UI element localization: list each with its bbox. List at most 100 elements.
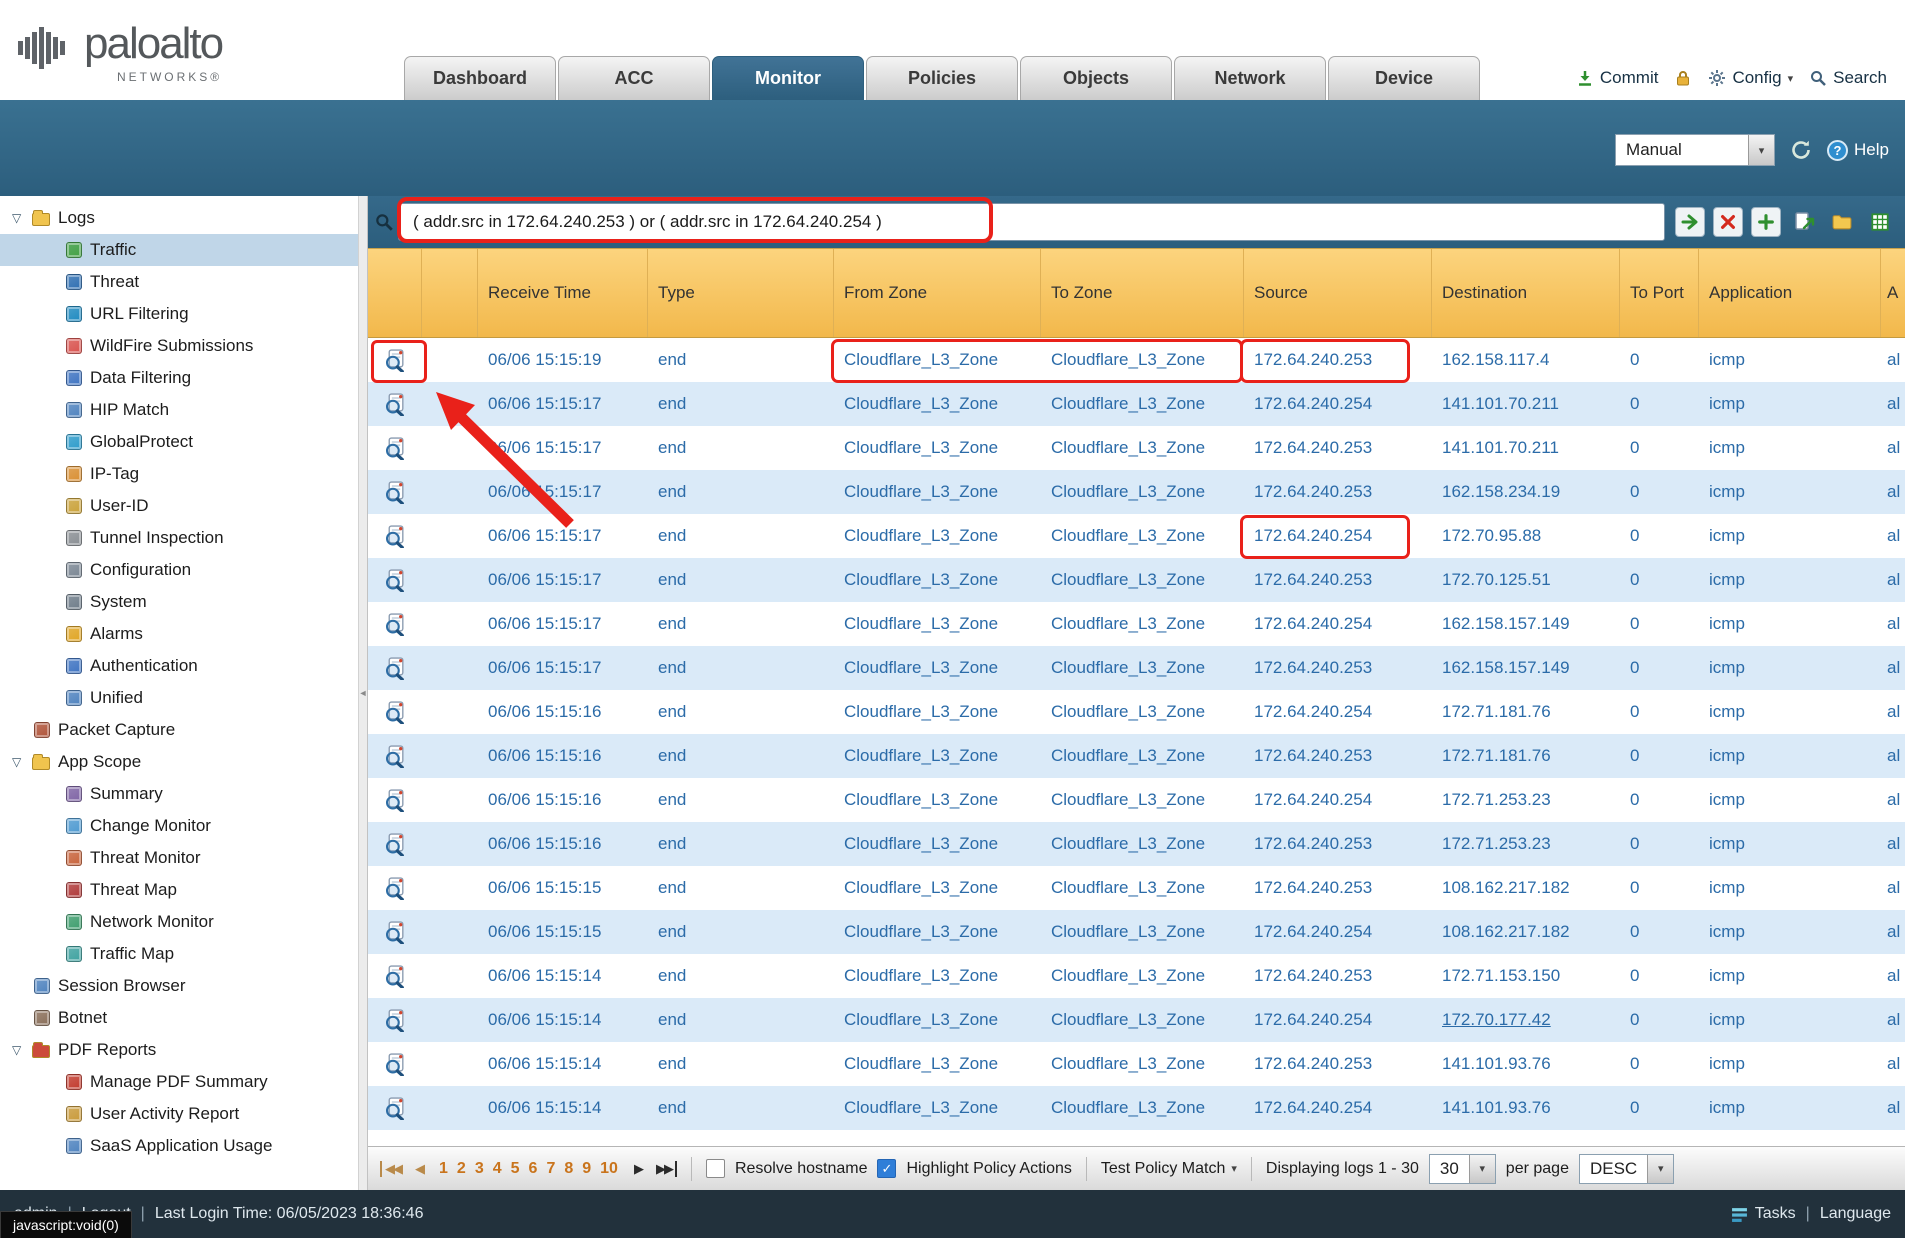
tab-acc[interactable]: ACC bbox=[558, 56, 710, 100]
table-row[interactable]: 06/06 15:15:17endCloudflare_L3_ZoneCloud… bbox=[368, 470, 1905, 514]
column-header-receive-time[interactable]: Receive Time bbox=[478, 249, 648, 337]
log-detail-icon[interactable] bbox=[368, 734, 422, 778]
highlight-policy-actions-checkbox[interactable]: ✓ bbox=[877, 1159, 896, 1178]
cell-destination[interactable]: 108.162.217.182 bbox=[1432, 910, 1620, 954]
sidebar-item-tunnel-inspection[interactable]: Tunnel Inspection bbox=[0, 522, 358, 554]
column-header-a[interactable]: A bbox=[1881, 249, 1905, 337]
sidebar-item-threat[interactable]: Threat bbox=[0, 266, 358, 298]
sidebar-item-user-id[interactable]: User-ID bbox=[0, 490, 358, 522]
cell-source[interactable]: 172.64.240.253 bbox=[1244, 470, 1432, 514]
cell-source[interactable]: 172.64.240.254 bbox=[1244, 998, 1432, 1042]
sidebar-item-app-scope[interactable]: ▽App Scope bbox=[0, 746, 358, 778]
cell-destination[interactable]: 141.101.70.211 bbox=[1432, 382, 1620, 426]
dropdown-arrow-icon[interactable]: ▾ bbox=[1748, 135, 1774, 165]
cell-to-zone[interactable]: Cloudflare_L3_Zone bbox=[1041, 778, 1244, 822]
cell-destination[interactable]: 172.70.125.51 bbox=[1432, 558, 1620, 602]
prev-page-button[interactable]: ◀ bbox=[413, 1161, 425, 1177]
cell-source[interactable]: 172.64.240.254 bbox=[1244, 514, 1432, 558]
page-number-2[interactable]: 2 bbox=[457, 1160, 466, 1178]
sidebar-item-wildfire-submissions[interactable]: WildFire Submissions bbox=[0, 330, 358, 362]
tab-network[interactable]: Network bbox=[1174, 56, 1326, 100]
column-header-blank-0[interactable] bbox=[368, 249, 422, 337]
log-detail-icon[interactable] bbox=[368, 1042, 422, 1086]
cell-to-zone[interactable]: Cloudflare_L3_Zone bbox=[1041, 426, 1244, 470]
cell-source[interactable]: 172.64.240.254 bbox=[1244, 690, 1432, 734]
sidebar-item-user-activity-report[interactable]: User Activity Report bbox=[0, 1098, 358, 1130]
cell-application[interactable]: icmp bbox=[1699, 690, 1881, 734]
table-row[interactable]: 06/06 15:15:15endCloudflare_L3_ZoneCloud… bbox=[368, 910, 1905, 954]
log-detail-icon[interactable] bbox=[368, 822, 422, 866]
cell-to-zone[interactable]: Cloudflare_L3_Zone bbox=[1041, 470, 1244, 514]
cell-source[interactable]: 172.64.240.253 bbox=[1244, 866, 1432, 910]
next-page-button[interactable]: ▶ bbox=[632, 1161, 644, 1177]
cell-application[interactable]: icmp bbox=[1699, 382, 1881, 426]
table-row[interactable]: 06/06 15:15:19endCloudflare_L3_ZoneCloud… bbox=[368, 338, 1905, 382]
column-header-to-zone[interactable]: To Zone bbox=[1041, 249, 1244, 337]
cell-destination[interactable]: 162.158.157.149 bbox=[1432, 646, 1620, 690]
table-row[interactable]: 06/06 15:15:14endCloudflare_L3_ZoneCloud… bbox=[368, 954, 1905, 998]
sidebar-item-packet-capture[interactable]: Packet Capture bbox=[0, 714, 358, 746]
cell-source[interactable]: 172.64.240.253 bbox=[1244, 426, 1432, 470]
log-detail-icon[interactable] bbox=[368, 338, 422, 382]
cell-application[interactable]: icmp bbox=[1699, 998, 1881, 1042]
cell-to-zone[interactable]: Cloudflare_L3_Zone bbox=[1041, 514, 1244, 558]
cell-source[interactable]: 172.64.240.254 bbox=[1244, 1086, 1432, 1130]
cell-destination[interactable]: 172.70.177.42 bbox=[1432, 998, 1620, 1042]
cell-destination[interactable]: 162.158.117.4 bbox=[1432, 338, 1620, 382]
cell-application[interactable]: icmp bbox=[1699, 602, 1881, 646]
cell-to-zone[interactable]: Cloudflare_L3_Zone bbox=[1041, 338, 1244, 382]
tasks-button[interactable]: Tasks bbox=[1755, 1205, 1796, 1223]
sidebar-item-network-monitor[interactable]: Network Monitor bbox=[0, 906, 358, 938]
cell-from-zone[interactable]: Cloudflare_L3_Zone bbox=[834, 866, 1041, 910]
config-menu[interactable]: Config ▾ bbox=[1708, 68, 1793, 88]
column-header-blank-1[interactable] bbox=[422, 249, 478, 337]
cell-to-zone[interactable]: Cloudflare_L3_Zone bbox=[1041, 910, 1244, 954]
column-header-source[interactable]: Source bbox=[1244, 249, 1432, 337]
cell-source[interactable]: 172.64.240.254 bbox=[1244, 382, 1432, 426]
sidebar-item-ip-tag[interactable]: IP-Tag bbox=[0, 458, 358, 490]
cell-to-zone[interactable]: Cloudflare_L3_Zone bbox=[1041, 1042, 1244, 1086]
cell-source[interactable]: 172.64.240.253 bbox=[1244, 954, 1432, 998]
expander-icon[interactable]: ▽ bbox=[12, 1043, 32, 1057]
sidebar-item-threat-map[interactable]: Threat Map bbox=[0, 874, 358, 906]
log-detail-icon[interactable] bbox=[368, 558, 422, 602]
sort-order-select[interactable]: DESC ▾ bbox=[1579, 1154, 1674, 1184]
resolve-hostname-checkbox[interactable] bbox=[706, 1159, 725, 1178]
dropdown-arrow-icon[interactable]: ▾ bbox=[1469, 1155, 1495, 1183]
table-row[interactable]: 06/06 15:15:17endCloudflare_L3_ZoneCloud… bbox=[368, 558, 1905, 602]
cell-application[interactable]: icmp bbox=[1699, 866, 1881, 910]
table-row[interactable]: 06/06 15:15:17endCloudflare_L3_ZoneCloud… bbox=[368, 382, 1905, 426]
column-header-application[interactable]: Application bbox=[1699, 249, 1881, 337]
sidebar-item-hip-match[interactable]: HIP Match bbox=[0, 394, 358, 426]
export-csv-icon[interactable] bbox=[1865, 207, 1895, 237]
table-row[interactable]: 06/06 15:15:16endCloudflare_L3_ZoneCloud… bbox=[368, 778, 1905, 822]
cell-source[interactable]: 172.64.240.253 bbox=[1244, 1042, 1432, 1086]
sidebar-item-change-monitor[interactable]: Change Monitor bbox=[0, 810, 358, 842]
expander-icon[interactable]: ▽ bbox=[12, 211, 32, 225]
cell-source[interactable]: 172.64.240.253 bbox=[1244, 646, 1432, 690]
column-header-type[interactable]: Type bbox=[648, 249, 834, 337]
sidebar-item-pdf-reports[interactable]: ▽PDF Reports bbox=[0, 1034, 358, 1066]
sidebar-item-manage-pdf-summary[interactable]: Manage PDF Summary bbox=[0, 1066, 358, 1098]
cell-from-zone[interactable]: Cloudflare_L3_Zone bbox=[834, 954, 1041, 998]
cell-source[interactable]: 172.64.240.253 bbox=[1244, 558, 1432, 602]
tab-dashboard[interactable]: Dashboard bbox=[404, 56, 556, 100]
cell-destination[interactable]: 172.71.181.76 bbox=[1432, 690, 1620, 734]
cell-application[interactable]: icmp bbox=[1699, 470, 1881, 514]
filter-query-input[interactable] bbox=[398, 203, 1665, 241]
cell-destination[interactable]: 172.71.153.150 bbox=[1432, 954, 1620, 998]
sidebar-item-botnet[interactable]: Botnet bbox=[0, 1002, 358, 1034]
sidebar-item-threat-monitor[interactable]: Threat Monitor bbox=[0, 842, 358, 874]
refresh-icon[interactable] bbox=[1789, 138, 1813, 162]
cell-destination[interactable]: 172.70.95.88 bbox=[1432, 514, 1620, 558]
log-detail-icon[interactable] bbox=[368, 866, 422, 910]
cell-to-zone[interactable]: Cloudflare_L3_Zone bbox=[1041, 646, 1244, 690]
log-detail-icon[interactable] bbox=[368, 382, 422, 426]
cell-from-zone[interactable]: Cloudflare_L3_Zone bbox=[834, 514, 1041, 558]
cell-source[interactable]: 172.64.240.253 bbox=[1244, 822, 1432, 866]
log-detail-icon[interactable] bbox=[368, 646, 422, 690]
lock-button[interactable] bbox=[1674, 69, 1692, 87]
cell-source[interactable]: 172.64.240.254 bbox=[1244, 602, 1432, 646]
log-detail-icon[interactable] bbox=[368, 778, 422, 822]
page-number-9[interactable]: 9 bbox=[582, 1160, 591, 1178]
